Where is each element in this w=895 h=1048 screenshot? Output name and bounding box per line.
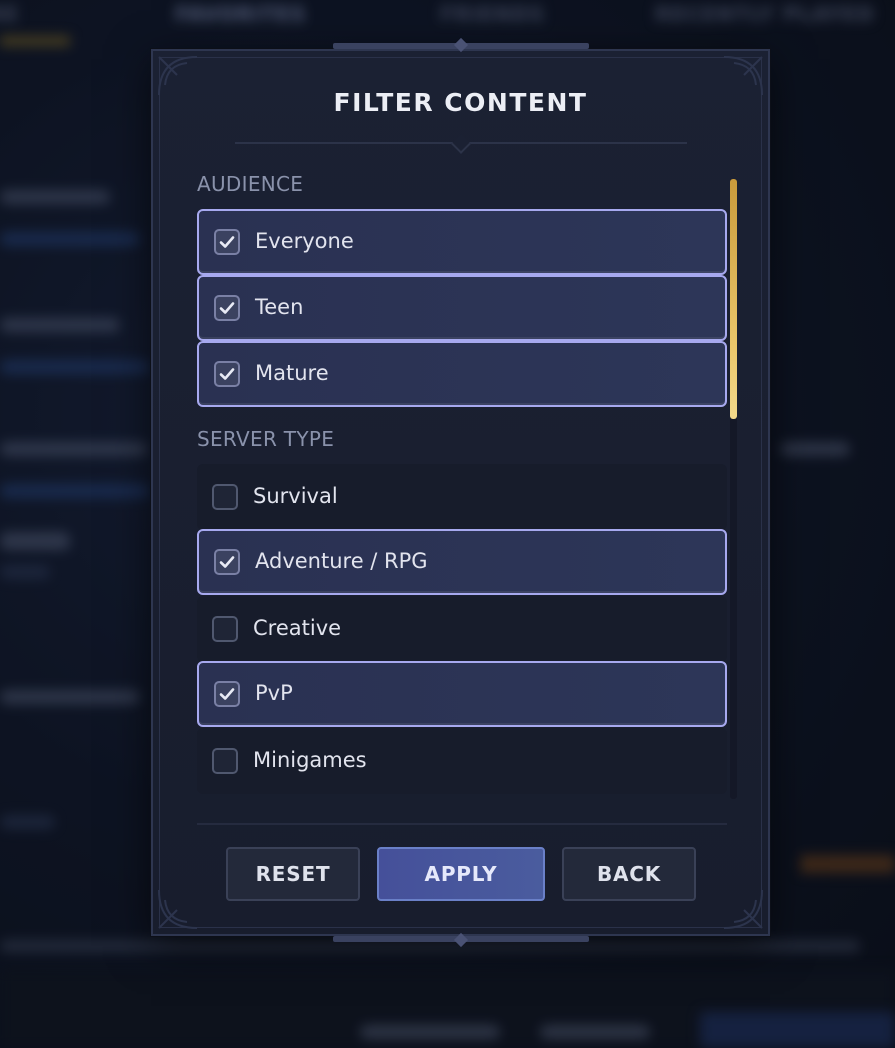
option-pvp[interactable]: PvP — [197, 661, 727, 727]
back-button[interactable]: BACK — [562, 847, 696, 901]
option-label: PvP — [255, 681, 293, 705]
checkbox-unchecked[interactable] — [212, 484, 238, 510]
option-adventure-rpg[interactable]: Adventure / RPG — [197, 529, 727, 595]
apply-button[interactable]: APPLY — [377, 847, 545, 901]
checkbox-checked[interactable] — [214, 361, 240, 387]
option-minigames[interactable]: Minigames — [197, 728, 727, 794]
checkbox-unchecked[interactable] — [212, 616, 238, 642]
option-survival[interactable]: Survival — [197, 464, 727, 530]
option-label: Creative — [253, 616, 342, 640]
option-label: Mature — [255, 361, 329, 385]
checkbox-checked[interactable] — [214, 229, 240, 255]
corner-ornament-icon — [157, 878, 209, 930]
option-creative[interactable]: Creative — [197, 596, 727, 662]
option-label: Minigames — [253, 748, 367, 772]
title-divider-notch-icon — [451, 134, 471, 154]
checkmark-icon — [219, 236, 235, 248]
scrollbar-thumb[interactable] — [730, 179, 737, 419]
dialog-title: FILTER CONTENT — [333, 88, 588, 117]
option-label: Teen — [255, 295, 304, 319]
checkmark-icon — [219, 368, 235, 380]
reset-button[interactable]: RESET — [226, 847, 360, 901]
option-label: Survival — [253, 484, 338, 508]
corner-ornament-icon — [712, 878, 764, 930]
filter-content-dialog: FILTER CONTENT AUDIENCE Everyone Teen Ma… — [151, 37, 770, 948]
checkmark-icon — [219, 556, 235, 568]
footer-divider — [197, 823, 727, 825]
option-mature[interactable]: Mature — [197, 341, 727, 407]
option-label: Everyone — [255, 229, 354, 253]
checkbox-checked[interactable] — [214, 295, 240, 321]
checkbox-checked[interactable] — [214, 681, 240, 707]
section-label-server-type: SERVER TYPE — [197, 427, 335, 451]
checkbox-checked[interactable] — [214, 549, 240, 575]
section-label-audience: AUDIENCE — [197, 172, 304, 196]
checkbox-unchecked[interactable] — [212, 748, 238, 774]
filter-options-list[interactable]: AUDIENCE Everyone Teen Mature SERVER TYP… — [197, 169, 727, 799]
option-label: Adventure / RPG — [255, 549, 428, 573]
option-teen[interactable]: Teen — [197, 275, 727, 341]
option-everyone[interactable]: Everyone — [197, 209, 727, 275]
checkmark-icon — [219, 302, 235, 314]
checkmark-icon — [219, 688, 235, 700]
